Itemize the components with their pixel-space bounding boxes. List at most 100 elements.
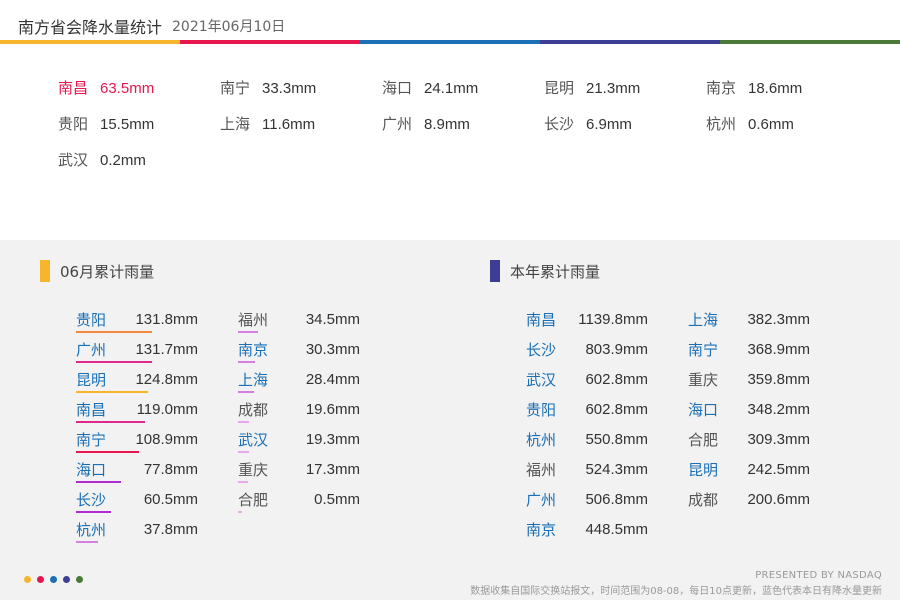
city-name: 上海: [220, 115, 251, 133]
rainfall-row: 武汉 602.8mm: [526, 370, 658, 392]
city-name: 贵阳: [58, 115, 89, 133]
rainfall-value: 34.5mm: [305, 311, 360, 328]
rainfall-value: 242.5mm: [747, 461, 810, 478]
city-name: 南京: [238, 341, 269, 359]
year-panel-title: 本年累计雨量: [510, 262, 601, 281]
rainfall-bar: [238, 361, 255, 363]
daily-item: 南京 18.6mm: [706, 77, 802, 97]
city-name: 福州: [526, 461, 557, 479]
rainfall-value: 131.7mm: [135, 341, 198, 358]
rainfall-row: 广州 131.7mm: [76, 340, 208, 363]
rainfall-value: 119.0mm: [136, 401, 198, 418]
rainfall-row: 海口 77.8mm: [76, 460, 208, 483]
rainfall-value: 77.8mm: [143, 461, 198, 478]
rainfall-bar: [76, 391, 148, 393]
rainfall-value: 19.6mm: [305, 401, 360, 418]
rainfall-row: 广州 506.8mm: [526, 490, 658, 512]
city-name: 武汉: [58, 151, 89, 169]
rainfall-value: 0.2mm: [100, 152, 146, 169]
city-name: 成都: [238, 401, 269, 419]
rainfall-value: 131.8mm: [135, 311, 198, 328]
city-name: 南京: [526, 521, 557, 539]
header: 南方省会降水量统计 2021年06月10日: [0, 0, 900, 44]
rainfall-row: 福州 34.5mm: [238, 310, 370, 333]
city-name: 长沙: [544, 115, 575, 133]
rainfall-bar: [238, 331, 258, 333]
color-dot: [37, 576, 44, 583]
rainfall-bar: [76, 421, 145, 423]
rainfall-bar: [238, 451, 249, 453]
city-name: 福州: [238, 311, 269, 329]
city-name: 南昌: [76, 401, 107, 419]
city-name: 贵阳: [526, 401, 557, 419]
credit-text: PRESENTED BY NASDAQ: [755, 570, 882, 581]
rainfall-row: 贵阳 131.8mm: [76, 310, 208, 333]
rainfall-value: 24.1mm: [424, 80, 479, 97]
city-name: 合肥: [688, 431, 719, 449]
rainfall-value: 448.5mm: [585, 521, 648, 538]
city-name: 武汉: [238, 431, 269, 449]
rainfall-value: 803.9mm: [585, 341, 648, 358]
city-name: 昆明: [544, 79, 575, 97]
rainfall-value: 382.3mm: [747, 311, 810, 328]
rainfall-value: 602.8mm: [585, 401, 648, 418]
rainfall-value: 63.5mm: [100, 80, 155, 97]
rainfall-value: 0.5mm: [314, 491, 360, 508]
rainfall-value: 124.8mm: [135, 371, 198, 388]
daily-item: 南宁 33.3mm: [220, 77, 316, 97]
rainfall-bar: [76, 541, 98, 543]
daily-item: 杭州 0.6mm: [706, 113, 794, 133]
rainfall-row: 昆明 242.5mm: [688, 460, 820, 482]
daily-item: 武汉 0.2mm: [58, 149, 146, 169]
june-panel-header: 06月累计雨量: [40, 259, 154, 283]
rainfall-row: 昆明 124.8mm: [76, 370, 208, 393]
city-name: 杭州: [526, 431, 557, 449]
rainfall-value: 11.6mm: [262, 116, 316, 133]
rainfall-value: 15.5mm: [100, 116, 155, 133]
rainfall-row: 南京 30.3mm: [238, 340, 370, 363]
city-name: 海口: [76, 461, 107, 479]
rainfall-bar: [238, 421, 249, 423]
rainfall-row: 海口 348.2mm: [688, 400, 820, 422]
rainfall-bar: [238, 391, 254, 393]
rainfall-bar: [76, 331, 152, 333]
rainfall-value: 524.3mm: [585, 461, 648, 478]
color-dot: [63, 576, 70, 583]
rainfall-row: 成都 19.6mm: [238, 400, 370, 423]
rainfall-row: 南宁 108.9mm: [76, 430, 208, 453]
city-name: 海口: [688, 401, 719, 419]
rainfall-bar: [76, 511, 111, 513]
rainfall-row: 贵阳 602.8mm: [526, 400, 658, 422]
city-name: 杭州: [76, 521, 107, 539]
rainfall-value: 368.9mm: [747, 341, 810, 358]
color-dot: [76, 576, 83, 583]
daily-item: 海口 24.1mm: [382, 77, 478, 97]
rainfall-value: 18.6mm: [748, 80, 803, 97]
daily-item: 南昌 63.5mm: [58, 77, 154, 97]
rainfall-row: 合肥 0.5mm: [238, 490, 370, 513]
rainfall-row: 长沙 803.9mm: [526, 340, 658, 362]
rainfall-row: 杭州 550.8mm: [526, 430, 658, 452]
color-dot: [50, 576, 57, 583]
city-name: 成都: [688, 491, 719, 509]
rainfall-row: 杭州 37.8mm: [76, 520, 208, 543]
rainfall-bar: [238, 511, 242, 513]
city-name: 武汉: [526, 371, 557, 389]
rainfall-row: 南宁 368.9mm: [688, 340, 820, 362]
rainfall-value: 19.3mm: [305, 431, 360, 448]
rainfall-value: 1139.8mm: [578, 311, 648, 328]
rainfall-value: 37.8mm: [143, 521, 198, 538]
rainfall-value: 0.6mm: [748, 116, 794, 133]
rainfall-value: 506.8mm: [585, 491, 648, 508]
june-marker: [40, 260, 50, 282]
rainfall-bar: [76, 361, 152, 363]
rainfall-row: 合肥 309.3mm: [688, 430, 820, 452]
rainfall-row: 武汉 19.3mm: [238, 430, 370, 453]
year-panel-header: 本年累计雨量: [490, 259, 600, 283]
rainfall-value: 348.2mm: [747, 401, 810, 418]
rainfall-row: 长沙 60.5mm: [76, 490, 208, 513]
city-name: 重庆: [238, 461, 269, 479]
page-title: 南方省会降水量统计: [18, 18, 163, 37]
rainfall-value: 28.4mm: [305, 371, 360, 388]
rainfall-value: 30.3mm: [305, 341, 360, 358]
